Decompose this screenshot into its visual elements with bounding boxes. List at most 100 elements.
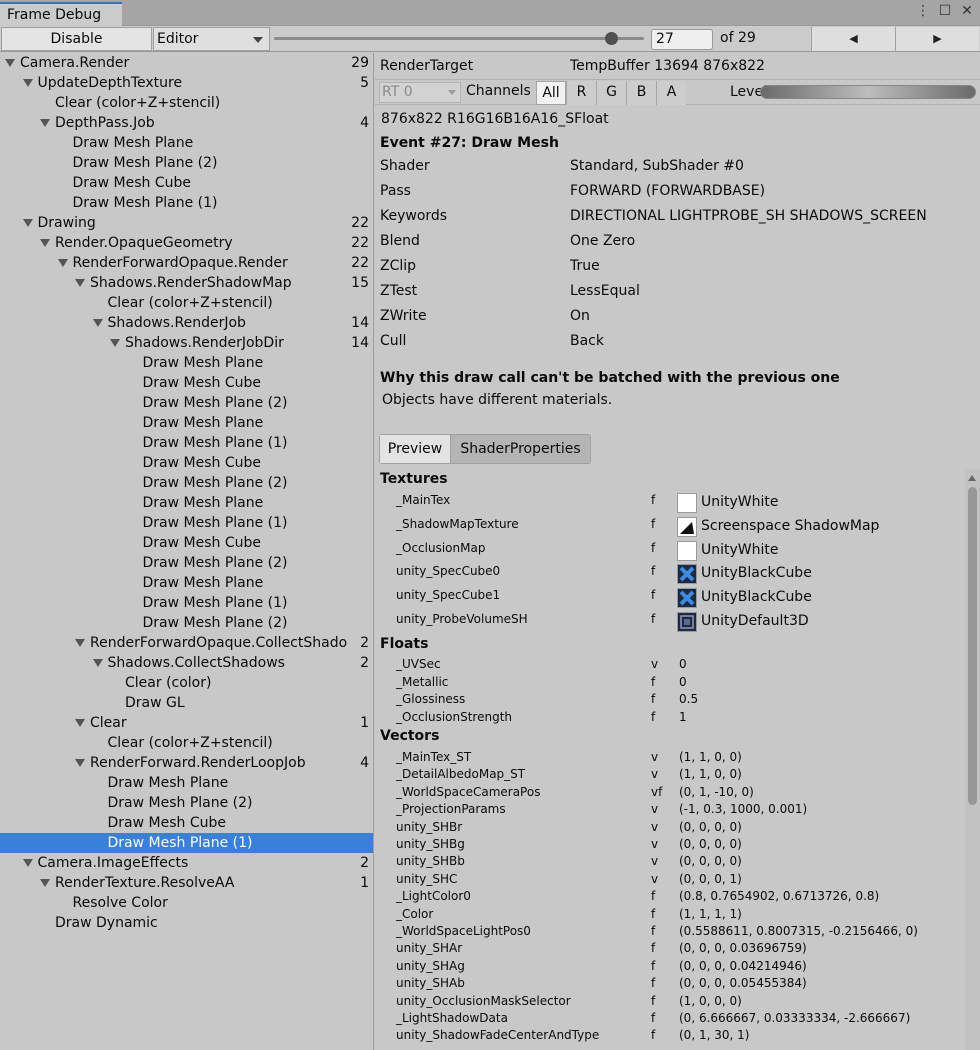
expand-triangle-icon[interactable] bbox=[75, 279, 85, 287]
expand-triangle-icon[interactable] bbox=[75, 639, 85, 647]
vector-property-name: _ProjectionParams bbox=[396, 802, 506, 817]
tree-row[interactable]: Clear (color) bbox=[0, 673, 373, 693]
tree-row[interactable]: Shadows.RenderJob 14 bbox=[0, 313, 373, 333]
tree-row[interactable]: Clear 1 bbox=[0, 713, 373, 733]
tree-row[interactable]: Draw Mesh Plane (2) bbox=[0, 793, 373, 813]
tree-row[interactable]: Draw Mesh Plane bbox=[0, 133, 373, 153]
scrollbar-thumb[interactable] bbox=[968, 487, 977, 805]
tree-row[interactable]: Draw Mesh Plane bbox=[0, 413, 373, 433]
next-frame-button[interactable]: ▶ bbox=[895, 27, 979, 51]
tree-row-selected[interactable]: Draw Mesh Plane (1) bbox=[0, 833, 373, 853]
render-state-value: FORWARD (FORWARDBASE) bbox=[570, 183, 766, 199]
expand-triangle-icon[interactable] bbox=[57, 259, 68, 267]
disable-button[interactable]: Disable bbox=[1, 27, 152, 51]
expand-triangle-icon[interactable] bbox=[110, 339, 120, 347]
tree-row[interactable]: UpdateDepthTexture 5 bbox=[0, 73, 373, 93]
expand-triangle-icon[interactable] bbox=[75, 759, 85, 767]
tree-row[interactable]: Drawing 22 bbox=[0, 213, 373, 233]
scroll-up-icon[interactable] bbox=[968, 475, 976, 481]
tree-row[interactable]: RenderForwardOpaque.Render 22 bbox=[0, 253, 373, 273]
tree-row[interactable]: Draw Mesh Plane (2) bbox=[0, 553, 373, 573]
tree-row[interactable]: Clear (color+Z+stencil) bbox=[0, 733, 373, 753]
frame-slider-thumb[interactable] bbox=[605, 32, 618, 45]
expand-triangle-icon[interactable] bbox=[40, 119, 50, 127]
tree-row[interactable]: Draw Dynamic bbox=[0, 913, 373, 933]
target-dropdown[interactable]: Editor bbox=[153, 27, 270, 51]
rt-dropdown[interactable]: RT 0 bbox=[379, 82, 461, 103]
tree-row[interactable]: RenderTexture.ResolveAA 1 bbox=[0, 873, 373, 893]
tree-row-count: 22 bbox=[351, 255, 369, 271]
expand-triangle-icon[interactable] bbox=[22, 219, 33, 227]
levels-slider[interactable] bbox=[760, 85, 976, 99]
window-controls: ⋮ ☐ ✕ bbox=[916, 3, 974, 19]
tree-row[interactable]: Draw Mesh Plane (2) bbox=[0, 153, 373, 173]
tree-row[interactable]: Render.OpaqueGeometry 22 bbox=[0, 233, 373, 253]
expand-triangle-icon[interactable] bbox=[92, 659, 103, 667]
tree-row-label: Draw Mesh Plane (1) bbox=[142, 595, 288, 611]
tab-frame-debug[interactable]: Frame Debug bbox=[0, 2, 122, 26]
expand-triangle-icon[interactable] bbox=[92, 319, 103, 327]
more-options-icon[interactable]: ⋮ bbox=[916, 3, 930, 19]
frame-slider-track[interactable] bbox=[274, 37, 644, 40]
tree-row[interactable]: Draw Mesh Plane (2) bbox=[0, 613, 373, 633]
texture-property-name: unity_SpecCube0 bbox=[396, 564, 501, 579]
channel-all-button[interactable]: All bbox=[536, 81, 566, 105]
texture-thumbnail-icon[interactable] bbox=[677, 612, 697, 632]
previous-frame-button[interactable]: ◀ bbox=[811, 27, 895, 51]
tree-row[interactable]: Draw Mesh Cube bbox=[0, 813, 373, 833]
tab-preview[interactable]: Preview bbox=[380, 435, 450, 463]
tree-row[interactable]: Draw Mesh Plane bbox=[0, 353, 373, 373]
tree-row-label: RenderForwardOpaque.CollectShado bbox=[90, 635, 348, 651]
tree-row[interactable]: Draw Mesh Plane bbox=[0, 773, 373, 793]
vector-property-name: unity_SHAb bbox=[396, 976, 465, 991]
channel-g-button[interactable]: G bbox=[596, 81, 626, 105]
channel-b-button[interactable]: B bbox=[626, 81, 656, 105]
tree-row[interactable]: Draw Mesh Cube bbox=[0, 453, 373, 473]
expand-triangle-icon[interactable] bbox=[22, 79, 33, 87]
tree-row[interactable]: Clear (color+Z+stencil) bbox=[0, 293, 373, 313]
texture-thumbnail-icon[interactable] bbox=[677, 564, 697, 585]
tree-row[interactable]: Draw Mesh Plane (2) bbox=[0, 393, 373, 413]
expand-triangle-icon[interactable] bbox=[5, 59, 15, 67]
texture-thumbnail-icon[interactable] bbox=[677, 516, 697, 537]
tree-row-label: Draw Mesh Plane (1) bbox=[107, 835, 253, 851]
tree-row[interactable]: Camera.Render 29 bbox=[0, 53, 373, 73]
frame-number-input[interactable]: 27 bbox=[651, 29, 713, 50]
channel-a-button[interactable]: A bbox=[656, 81, 686, 105]
tree-row[interactable]: RenderForwardOpaque.CollectShado 2 bbox=[0, 633, 373, 653]
tree-row[interactable]: Shadows.CollectShadows 2 bbox=[0, 653, 373, 673]
tree-row[interactable]: Shadows.RenderShadowMap 15 bbox=[0, 273, 373, 293]
tree-row[interactable]: Draw Mesh Plane (1) bbox=[0, 433, 373, 453]
tab-shader-properties[interactable]: ShaderProperties bbox=[450, 435, 590, 463]
tree-row[interactable]: Draw Mesh Cube bbox=[0, 533, 373, 553]
close-icon[interactable]: ✕ bbox=[960, 3, 974, 19]
maximize-icon[interactable]: ☐ bbox=[938, 3, 952, 19]
texture-thumbnail-icon[interactable] bbox=[677, 493, 697, 513]
tree-row[interactable]: Draw Mesh Plane bbox=[0, 573, 373, 593]
tree-row[interactable]: Draw Mesh Plane (1) bbox=[0, 193, 373, 213]
tree-row[interactable]: Resolve Color bbox=[0, 893, 373, 913]
tree-row[interactable]: Draw Mesh Plane (2) bbox=[0, 473, 373, 493]
texture-thumbnail-icon[interactable] bbox=[677, 540, 697, 561]
target-dropdown-value: Editor bbox=[157, 31, 199, 47]
tree-row[interactable]: Draw Mesh Plane bbox=[0, 493, 373, 513]
tree-row[interactable]: Draw GL bbox=[0, 693, 373, 713]
vertical-scrollbar[interactable] bbox=[965, 469, 980, 1050]
tree-row[interactable]: Draw Mesh Plane (1) bbox=[0, 593, 373, 613]
tree-row[interactable]: Draw Mesh Cube bbox=[0, 373, 373, 393]
channel-r-button[interactable]: R bbox=[566, 81, 596, 105]
tree-row[interactable]: Draw Mesh Plane (1) bbox=[0, 513, 373, 533]
tree-row[interactable]: Shadows.RenderJobDir 14 bbox=[0, 333, 373, 353]
expand-triangle-icon[interactable] bbox=[40, 879, 50, 887]
tree-row[interactable]: Draw Mesh Cube bbox=[0, 173, 373, 193]
texture-thumbnail-icon[interactable] bbox=[677, 588, 697, 609]
tree-row[interactable]: DepthPass.Job 4 bbox=[0, 113, 373, 133]
tree-row[interactable]: Camera.ImageEffects 2 bbox=[0, 853, 373, 873]
tree-row[interactable]: RenderForward.RenderLoopJob 4 bbox=[0, 753, 373, 773]
expand-triangle-icon[interactable] bbox=[40, 239, 50, 247]
tree-row-label: Draw Mesh Plane (2) bbox=[142, 475, 288, 491]
tree-row[interactable]: Clear (color+Z+stencil) bbox=[0, 93, 373, 113]
float-property-type: v bbox=[651, 657, 659, 671]
expand-triangle-icon[interactable] bbox=[22, 859, 33, 867]
expand-triangle-icon[interactable] bbox=[75, 719, 85, 727]
